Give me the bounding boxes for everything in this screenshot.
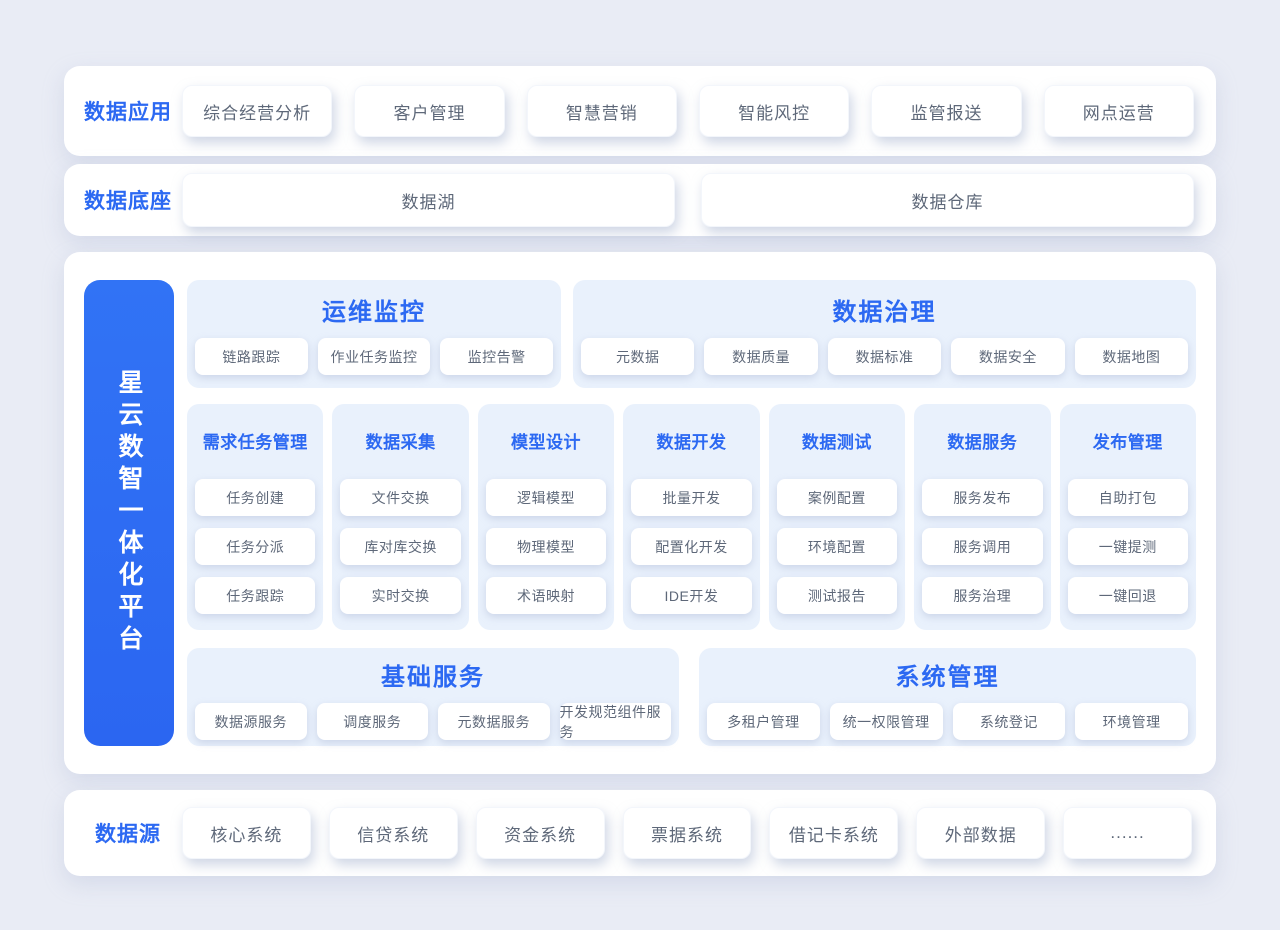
- item-task-track: 任务跟踪: [195, 577, 315, 614]
- platform-title-bar: 星云数智一体化平台: [84, 280, 174, 746]
- base-item-data-lake: 数据湖: [182, 173, 675, 227]
- column-title-model-design: 模型设计: [486, 428, 606, 453]
- item-datasource-service: 数据源服务: [195, 703, 307, 740]
- section-system-management: 系统管理 多租户管理 统一权限管理 系统登记 环境管理: [699, 648, 1196, 746]
- source-item-ellipsis: ......: [1063, 807, 1192, 859]
- column-data-development: 数据开发 批量开发 配置化开发 IDE开发: [623, 404, 759, 630]
- column-title-release-management: 发布管理: [1068, 428, 1188, 453]
- platform-content: 运维监控 链路跟踪 作业任务监控 监控告警 数据治理 元数据 数据质量 数据标准…: [187, 280, 1196, 746]
- item-system-registration: 系统登记: [953, 703, 1066, 740]
- item-test-report: 测试报告: [777, 577, 897, 614]
- source-item-debit-card-system: 借记卡系统: [769, 807, 898, 859]
- base-item-data-warehouse: 数据仓库: [701, 173, 1194, 227]
- item-batch-development: 批量开发: [631, 479, 751, 516]
- column-release-management: 发布管理 自助打包 一键提测 一键回退: [1060, 404, 1196, 630]
- item-self-package: 自助打包: [1068, 479, 1188, 516]
- column-data-service: 数据服务 服务发布 服务调用 服务治理: [914, 404, 1050, 630]
- item-dev-spec-component-service: 开发规范组件服务: [560, 703, 672, 740]
- section-basic-services: 基础服务 数据源服务 调度服务 元数据服务 开发规范组件服务: [187, 648, 679, 746]
- source-item-treasury-system: 资金系统: [476, 807, 605, 859]
- item-scheduling-service: 调度服务: [317, 703, 429, 740]
- section-title-ops-monitoring: 运维监控: [187, 292, 561, 327]
- item-physical-model: 物理模型: [486, 528, 606, 565]
- item-service-invoke: 服务调用: [922, 528, 1042, 565]
- basic-services-items: 数据源服务 调度服务 元数据服务 开发规范组件服务: [187, 703, 679, 740]
- source-item-bill-system: 票据系统: [623, 807, 752, 859]
- source-item-core-system: 核心系统: [182, 807, 311, 859]
- item-one-click-submit-test: 一键提测: [1068, 528, 1188, 565]
- data-source-panel: 数据源 核心系统 信贷系统 资金系统 票据系统 借记卡系统 外部数据 .....…: [64, 790, 1216, 876]
- column-model-design: 模型设计 逻辑模型 物理模型 术语映射: [478, 404, 614, 630]
- item-monitoring-alert: 监控告警: [440, 338, 553, 375]
- column-data-testing: 数据测试 案例配置 环境配置 测试报告: [769, 404, 905, 630]
- item-data-standard: 数据标准: [828, 338, 941, 375]
- section-data-governance: 数据治理 元数据 数据质量 数据标准 数据安全 数据地图: [573, 280, 1196, 388]
- item-link-tracing: 链路跟踪: [195, 338, 308, 375]
- item-term-mapping: 术语映射: [486, 577, 606, 614]
- data-base-panel: 数据底座 数据湖 数据仓库: [64, 164, 1216, 236]
- column-task-management: 需求任务管理 任务创建 任务分派 任务跟踪: [187, 404, 323, 630]
- app-item-regulatory-reporting: 监管报送: [871, 85, 1021, 137]
- item-environment-management: 环境管理: [1075, 703, 1188, 740]
- section-title-system-management: 系统管理: [699, 657, 1196, 692]
- platform-panel: 星云数智一体化平台 运维监控 链路跟踪 作业任务监控 监控告警 数据治理 元数据…: [64, 252, 1216, 774]
- data-source-label: 数据源: [74, 818, 182, 848]
- app-item-smart-marketing: 智慧营销: [527, 85, 677, 137]
- section-title-basic-services: 基础服务: [187, 657, 679, 692]
- monitor-governance-row: 运维监控 链路跟踪 作业任务监控 监控告警 数据治理 元数据 数据质量 数据标准…: [187, 280, 1196, 388]
- app-item-branch-operation: 网点运营: [1044, 85, 1194, 137]
- item-service-publish: 服务发布: [922, 479, 1042, 516]
- item-ide-development: IDE开发: [631, 577, 751, 614]
- app-item-business-analysis: 综合经营分析: [182, 85, 332, 137]
- data-governance-items: 元数据 数据质量 数据标准 数据安全 数据地图: [573, 338, 1196, 375]
- capability-columns-row: 需求任务管理 任务创建 任务分派 任务跟踪 数据采集 文件交换 库对库交换 实时…: [187, 404, 1196, 630]
- item-configurable-development: 配置化开发: [631, 528, 751, 565]
- source-item-credit-system: 信贷系统: [329, 807, 458, 859]
- item-file-exchange: 文件交换: [340, 479, 460, 516]
- item-metadata: 元数据: [581, 338, 694, 375]
- item-db-to-db-exchange: 库对库交换: [340, 528, 460, 565]
- item-unified-permission-management: 统一权限管理: [830, 703, 943, 740]
- item-data-map: 数据地图: [1075, 338, 1188, 375]
- column-title-data-collection: 数据采集: [340, 428, 460, 453]
- section-ops-monitoring: 运维监控 链路跟踪 作业任务监控 监控告警: [187, 280, 561, 388]
- item-multi-tenant-management: 多租户管理: [707, 703, 820, 740]
- app-item-risk-control: 智能风控: [699, 85, 849, 137]
- platform-architecture-diagram: 数据应用 综合经营分析 客户管理 智慧营销 智能风控 监管报送 网点运营 数据底…: [0, 0, 1280, 930]
- item-data-security: 数据安全: [951, 338, 1064, 375]
- column-title-task-management: 需求任务管理: [195, 428, 315, 453]
- item-one-click-rollback: 一键回退: [1068, 577, 1188, 614]
- item-realtime-exchange: 实时交换: [340, 577, 460, 614]
- basic-system-row: 基础服务 数据源服务 调度服务 元数据服务 开发规范组件服务 系统管理 多租户管…: [187, 648, 1196, 746]
- column-title-data-testing: 数据测试: [777, 428, 897, 453]
- item-case-config: 案例配置: [777, 479, 897, 516]
- system-management-items: 多租户管理 统一权限管理 系统登记 环境管理: [699, 703, 1196, 740]
- column-title-data-development: 数据开发: [631, 428, 751, 453]
- item-job-task-monitoring: 作业任务监控: [318, 338, 431, 375]
- data-source-items: 核心系统 信贷系统 资金系统 票据系统 借记卡系统 外部数据 ......: [182, 807, 1196, 859]
- source-item-external-data: 外部数据: [916, 807, 1045, 859]
- item-env-config: 环境配置: [777, 528, 897, 565]
- app-item-customer-management: 客户管理: [354, 85, 504, 137]
- platform-title: 星云数智一体化平台: [111, 369, 147, 657]
- column-data-collection: 数据采集 文件交换 库对库交换 实时交换: [332, 404, 468, 630]
- item-task-assign: 任务分派: [195, 528, 315, 565]
- data-base-items: 数据湖 数据仓库: [182, 173, 1198, 227]
- item-task-create: 任务创建: [195, 479, 315, 516]
- item-service-governance: 服务治理: [922, 577, 1042, 614]
- column-title-data-service: 数据服务: [922, 428, 1042, 453]
- data-application-panel: 数据应用 综合经营分析 客户管理 智慧营销 智能风控 监管报送 网点运营: [64, 66, 1216, 156]
- item-metadata-service: 元数据服务: [438, 703, 550, 740]
- item-logical-model: 逻辑模型: [486, 479, 606, 516]
- data-base-label: 数据底座: [74, 185, 182, 215]
- ops-monitoring-items: 链路跟踪 作业任务监控 监控告警: [187, 338, 561, 375]
- section-title-data-governance: 数据治理: [573, 292, 1196, 327]
- data-application-label: 数据应用: [74, 96, 182, 126]
- data-application-items: 综合经营分析 客户管理 智慧营销 智能风控 监管报送 网点运营: [182, 85, 1198, 137]
- item-data-quality: 数据质量: [704, 338, 817, 375]
